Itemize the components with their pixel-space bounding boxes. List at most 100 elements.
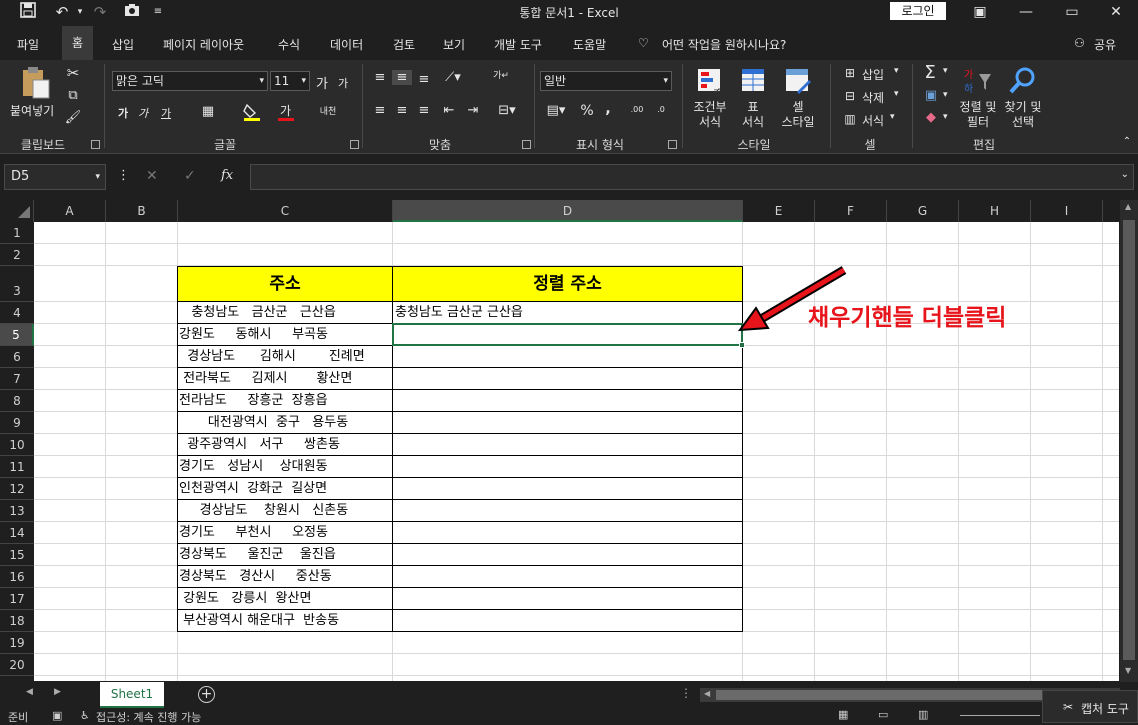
address-cell[interactable]: 인천광역시 강화군 길상면: [179, 478, 391, 500]
name-box[interactable]: D5 ▾: [4, 164, 106, 190]
column-header-h[interactable]: H: [959, 200, 1031, 222]
format-as-table-icon[interactable]: [738, 66, 770, 96]
next-sheet-icon[interactable]: ▶: [54, 687, 61, 697]
address-cell[interactable]: 강원도 강릉시 왕산면: [179, 588, 391, 610]
header-cell-sorted-address[interactable]: 정렬 주소: [393, 267, 742, 302]
row-header[interactable]: 3: [0, 266, 34, 302]
alignment-launcher-icon[interactable]: [522, 140, 531, 149]
insert-cells-icon[interactable]: ⊞: [842, 66, 858, 80]
row-header[interactable]: 7: [0, 368, 34, 390]
align-middle-icon[interactable]: ≡: [392, 70, 412, 85]
row-header[interactable]: 15: [0, 544, 34, 566]
conditional-formatting-icon[interactable]: ≠: [694, 66, 726, 97]
italic-icon[interactable]: 가: [136, 105, 150, 121]
clipboard-launcher-icon[interactable]: [91, 140, 100, 149]
minimize-button[interactable]: —: [1006, 0, 1046, 24]
expand-formula-icon[interactable]: ⌄: [1121, 169, 1129, 180]
select-all-button[interactable]: [0, 200, 34, 222]
cell-area[interactable]: 주소 정렬 주소 충청남도 금산군 근산읍 강원도 동해시 부곡동 경상남도 김해…: [34, 222, 1119, 681]
zoom-slider[interactable]: [960, 715, 1040, 716]
address-cell[interactable]: 경상북도 경산시 중산동: [179, 566, 391, 588]
address-cell[interactable]: 부산광역시 해운대구 반송동: [179, 610, 391, 632]
header-cell-address[interactable]: 주소: [178, 267, 392, 302]
login-button[interactable]: 로그인: [890, 2, 946, 20]
column-header-d[interactable]: D: [393, 200, 743, 222]
tab-home[interactable]: 홈: [62, 26, 94, 60]
format-cells-icon[interactable]: ▥: [842, 112, 858, 126]
row-header[interactable]: 6: [0, 346, 34, 368]
address-cell[interactable]: 경기도 부천시 오정동: [179, 522, 391, 544]
font-size-select[interactable]: 11 ▾: [270, 71, 310, 91]
row-header[interactable]: 12: [0, 478, 34, 500]
collapse-ribbon-icon[interactable]: ⌃: [1120, 136, 1134, 147]
increase-indent-icon[interactable]: ⇥: [464, 103, 482, 118]
find-select-icon[interactable]: [1006, 66, 1038, 96]
fill-icon[interactable]: ▣: [922, 88, 940, 103]
decrease-decimal-icon[interactable]: .0: [652, 105, 670, 114]
ribbon-display-options-icon[interactable]: ▣: [960, 0, 1000, 24]
find-select-button[interactable]: 찾기 및 선택: [1000, 100, 1046, 130]
cell-styles-button[interactable]: 셀 스타일: [776, 100, 820, 130]
delete-cells-button[interactable]: 삭제: [862, 89, 884, 106]
address-cell[interactable]: 대전광역시 중구 용두동: [179, 412, 391, 434]
more-options-icon[interactable]: ⋮: [117, 168, 130, 183]
sorted-address-cell[interactable]: 충청남도 금산군 근산읍: [395, 302, 741, 324]
copy-icon[interactable]: ⧉: [64, 88, 82, 103]
tell-me-search[interactable]: 어떤 작업을 원하시나요?: [662, 36, 786, 53]
address-cell[interactable]: 충청남도 금산군 근산읍: [179, 302, 391, 324]
merge-center-icon[interactable]: ⊟▾: [494, 103, 520, 118]
tab-developer[interactable]: 개발 도구: [494, 36, 542, 53]
decrease-indent-icon[interactable]: ⇤: [440, 103, 458, 118]
conditional-formatting-button[interactable]: 조건부 서식: [691, 100, 729, 130]
underline-icon[interactable]: 가: [158, 105, 174, 121]
row-header[interactable]: 2: [0, 244, 34, 266]
number-format-select[interactable]: 일반 ▾: [540, 71, 672, 91]
column-header-f[interactable]: F: [815, 200, 887, 222]
comma-icon[interactable]: ,: [602, 101, 614, 117]
align-bottom-icon[interactable]: ≡: [416, 72, 432, 87]
align-center-icon[interactable]: ≡: [394, 103, 410, 118]
align-left-icon[interactable]: ≡: [372, 103, 388, 118]
tab-page-layout[interactable]: 페이지 레이아웃: [163, 36, 244, 53]
fill-color-icon[interactable]: [242, 102, 262, 122]
close-button[interactable]: ✕: [1096, 0, 1136, 24]
paste-button[interactable]: 붙여넣기: [10, 102, 54, 119]
tab-split-icon[interactable]: ⋮: [680, 686, 692, 700]
format-cells-button[interactable]: 서식: [862, 112, 884, 129]
row-header[interactable]: 16: [0, 566, 34, 588]
wrap-text-icon[interactable]: 가↵: [492, 68, 510, 81]
row-header[interactable]: 20: [0, 654, 34, 676]
insert-function-icon[interactable]: fx: [221, 168, 233, 183]
restore-button[interactable]: ▭: [1052, 0, 1092, 24]
delete-cells-icon[interactable]: ⊟: [842, 89, 858, 103]
column-header-b[interactable]: B: [106, 200, 178, 222]
column-header-g[interactable]: G: [887, 200, 959, 222]
paste-icon[interactable]: [18, 66, 52, 100]
sheet-tab-sheet1[interactable]: Sheet1: [100, 682, 164, 708]
prev-sheet-icon[interactable]: ◀: [26, 687, 33, 697]
scroll-thumb[interactable]: [1123, 220, 1135, 660]
row-header[interactable]: 13: [0, 500, 34, 522]
font-color-icon[interactable]: 가: [276, 102, 296, 122]
enter-icon[interactable]: ✓: [184, 168, 196, 184]
capture-tool-popup[interactable]: ✂ 캡처 도구: [1042, 690, 1138, 723]
address-cell[interactable]: 전라남도 장흥군 장흥읍: [179, 390, 391, 412]
fill-handle[interactable]: [739, 342, 745, 348]
column-header-c[interactable]: C: [178, 200, 393, 222]
hscroll-thumb[interactable]: [716, 690, 1046, 700]
font-name-select[interactable]: 맑은 고딕 ▾: [112, 71, 268, 91]
tab-file[interactable]: 파일: [17, 36, 39, 53]
bold-icon[interactable]: 가: [116, 105, 130, 121]
phonetic-icon[interactable]: 내천: [318, 104, 338, 117]
row-header[interactable]: 9: [0, 412, 34, 434]
share-button[interactable]: 공유: [1094, 36, 1116, 53]
tab-help[interactable]: 도움말: [573, 36, 606, 53]
decrease-font-icon[interactable]: 가: [336, 75, 350, 91]
address-cell[interactable]: 경상남도 창원시 신촌동: [179, 500, 391, 522]
scroll-down-icon[interactable]: ▼: [1125, 666, 1131, 675]
tab-formulas[interactable]: 수식: [278, 36, 300, 53]
macro-record-icon[interactable]: ▣: [52, 709, 62, 722]
increase-decimal-icon[interactable]: .00: [628, 105, 646, 114]
number-launcher-icon[interactable]: [668, 140, 677, 149]
clear-icon[interactable]: ◆: [922, 110, 940, 125]
